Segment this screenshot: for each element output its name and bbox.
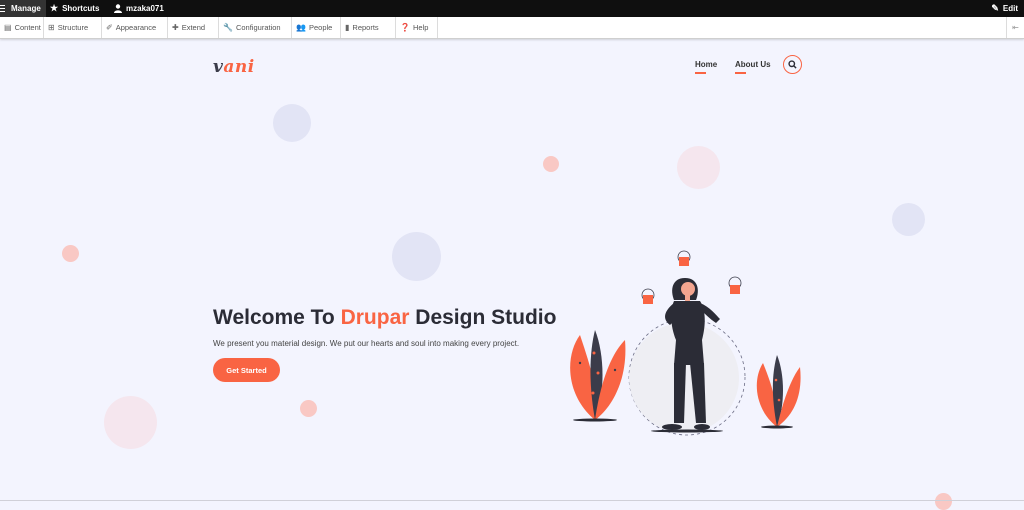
hero-title-pre: Welcome To: [213, 306, 341, 329]
menu-item-content[interactable]: ▤ Content: [0, 17, 44, 38]
site-logo[interactable]: vani: [213, 57, 255, 77]
wrench-icon: 🔧: [223, 23, 233, 32]
menu-item-help[interactable]: ❓ Help: [396, 17, 438, 38]
search-button[interactable]: [783, 55, 802, 74]
menu-item-label: Extend: [181, 23, 206, 32]
hero-title: Welcome To Drupar Design Studio: [213, 306, 556, 330]
menu-item-extend[interactable]: ✚ Extend: [168, 17, 219, 38]
collapse-toolbar-button[interactable]: ⇤: [1006, 17, 1024, 38]
decor-circle: [104, 396, 157, 449]
edit-button[interactable]: ✎ Edit: [991, 0, 1018, 17]
decor-circle: [300, 400, 317, 417]
hero-title-post: Design Studio: [409, 306, 557, 329]
admin-menu-bar: ▤ Content ⊞ Structure ✐ Appearance ✚ Ext…: [0, 17, 1024, 39]
decor-circle: [892, 203, 925, 236]
menu-item-people[interactable]: 👥 People: [292, 17, 341, 38]
menu-item-reports[interactable]: ▮ Reports: [341, 17, 396, 38]
help-icon: ❓: [400, 23, 410, 32]
nav-underline: [735, 72, 746, 74]
menu-item-label: Structure: [57, 23, 89, 32]
edit-label: Edit: [1002, 4, 1018, 13]
get-started-button[interactable]: Get Started: [213, 358, 280, 382]
right-plant: [756, 355, 801, 429]
menu-item-structure[interactable]: ⊞ Structure: [44, 17, 102, 38]
extend-icon: ✚: [172, 23, 179, 32]
reports-icon: ▮: [345, 23, 350, 32]
decor-circle: [392, 232, 441, 281]
hero-subtitle: We present you material design. We put o…: [213, 339, 520, 348]
user-icon: [114, 4, 122, 13]
manage-label: Manage: [11, 4, 41, 13]
left-plant: [570, 330, 626, 422]
appearance-icon: ✐: [106, 23, 113, 32]
shortcuts-label: Shortcuts: [62, 4, 100, 13]
structure-icon: ⊞: [48, 23, 55, 32]
admin-toolbar: Manage ★ Shortcuts mzaka071 ✎ Edit: [0, 0, 1024, 17]
menu-item-appearance[interactable]: ✐ Appearance: [102, 17, 168, 38]
nav-about-us[interactable]: About Us: [735, 60, 771, 74]
menu-item-configuration[interactable]: 🔧 Configuration: [219, 17, 292, 38]
nav-home[interactable]: Home: [695, 60, 718, 74]
manage-tab[interactable]: Manage: [0, 0, 46, 17]
decor-circle: [62, 245, 79, 262]
logo-first-letter: v: [213, 57, 224, 77]
user-label: mzaka071: [126, 4, 164, 13]
nav-home-label: Home: [695, 60, 718, 69]
people-icon: 👥: [296, 23, 306, 32]
page-bottom-divider: [0, 500, 1024, 501]
hero-illustration: [570, 250, 801, 436]
menu-item-label: Reports: [352, 23, 379, 32]
menu-item-label: Help: [412, 23, 429, 32]
decor-circle: [677, 146, 720, 189]
collapse-icon: ⇤: [1012, 23, 1019, 32]
menu-item-label: Configuration: [235, 23, 281, 32]
active-underline: [695, 72, 706, 74]
decor-circle: [935, 493, 952, 510]
logo-rest: ani: [223, 57, 255, 77]
pencil-icon: ✎: [991, 3, 999, 13]
decor-circle: [543, 156, 559, 172]
nav-about-label: About Us: [735, 60, 771, 69]
decor-circle: [273, 104, 311, 142]
menu-icon: [0, 5, 5, 12]
menu-item-label: Appearance: [115, 23, 157, 32]
hero-title-accent: Drupar: [340, 306, 410, 329]
menu-item-label: Content: [14, 23, 41, 32]
content-icon: ▤: [4, 23, 12, 32]
shortcuts-tab[interactable]: ★ Shortcuts: [50, 0, 99, 17]
search-icon: [788, 60, 797, 69]
star-icon: ★: [50, 3, 59, 13]
user-tab[interactable]: mzaka071: [114, 0, 164, 17]
menu-item-label: People: [308, 23, 333, 32]
